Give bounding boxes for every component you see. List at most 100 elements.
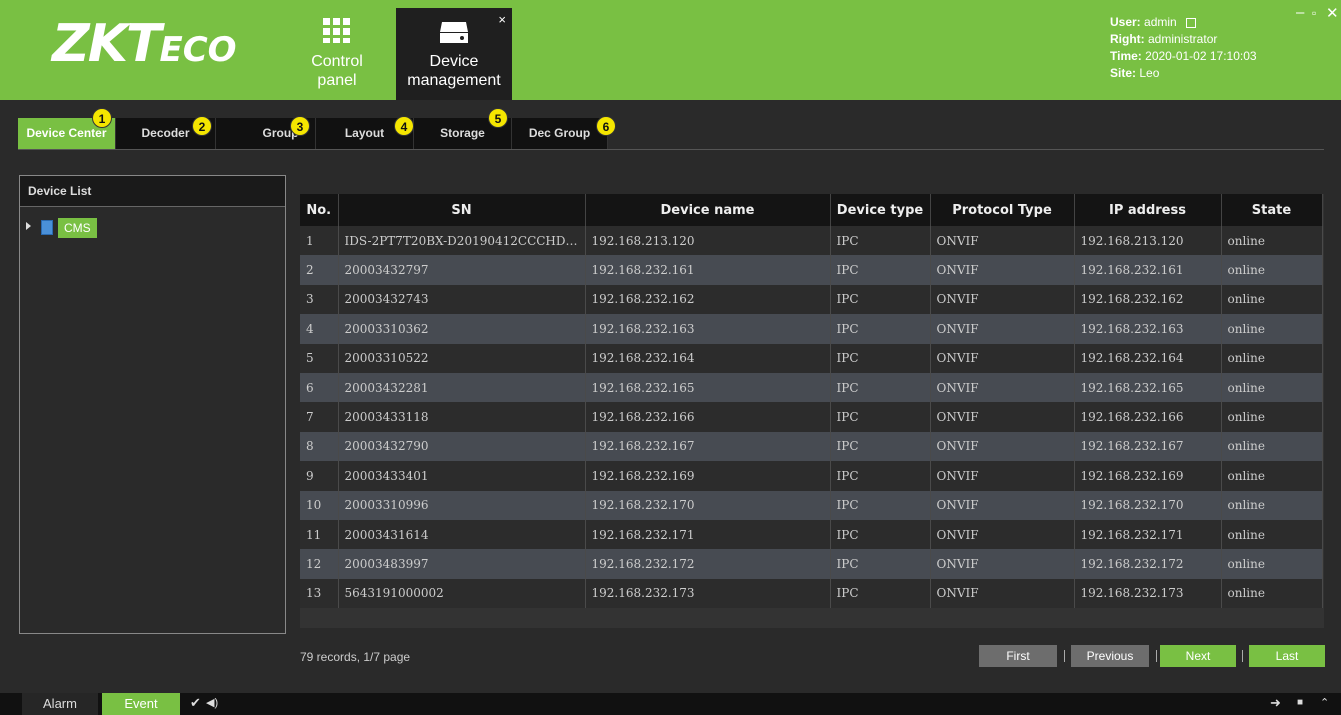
- table-cell: 192.168.232.162: [1074, 284, 1222, 315]
- table-cell: online: [1221, 578, 1323, 609]
- column-header[interactable]: No.: [300, 194, 339, 226]
- table-cell: IPC: [830, 314, 931, 344]
- first-page-button[interactable]: First: [979, 645, 1057, 667]
- table-cell: online: [1221, 461, 1323, 491]
- table-cell: 192.168.232.163: [585, 314, 831, 344]
- table-cell: 20003431614: [338, 519, 586, 550]
- table-cell: 20003483997: [338, 549, 586, 579]
- tab-storage[interactable]: Storage 5: [414, 108, 512, 149]
- device-table: No. SN Device name Device type Protocol Type…: [300, 194, 1323, 609]
- table-row[interactable]: 6 20003432281 192.168.232.165 IPC ONVIF 192.1…: [300, 372, 1323, 403]
- table-row[interactable]: 1 IDS-2PT7T20BX-D20190412CCCHD0878... 192.…: [300, 226, 1323, 256]
- table-row[interactable]: 12 20003483997 192.168.232.172 IPC ONVIF 192.…: [300, 549, 1323, 579]
- table-cell: online: [1221, 372, 1323, 403]
- table-cell: IPC: [830, 578, 931, 609]
- table-cell: 20003432281: [338, 372, 586, 403]
- collapse-up-icon[interactable]: ⌃: [1320, 696, 1329, 709]
- table-row[interactable]: 8 20003432790 192.168.232.167 IPC ONVIF 192.1…: [300, 431, 1323, 462]
- table-cell: 192.168.232.173: [1074, 578, 1222, 609]
- table-cell: online: [1221, 402, 1323, 432]
- table-cell: 20003432797: [338, 255, 586, 285]
- logout-icon[interactable]: [1186, 17, 1197, 28]
- last-page-button[interactable]: Last: [1249, 645, 1325, 667]
- column-header[interactable]: SN: [338, 194, 586, 226]
- tab-decoder[interactable]: Decoder 2: [116, 116, 216, 149]
- event-button[interactable]: Event: [102, 693, 180, 715]
- table-cell: online: [1221, 255, 1323, 285]
- table-cell: 20003310362: [338, 314, 586, 344]
- table-row[interactable]: 2 20003432797 192.168.232.161 IPC ONVIF 192.1…: [300, 255, 1323, 285]
- next-page-button[interactable]: Next: [1160, 645, 1236, 667]
- table-cell: 192.168.232.167: [1074, 431, 1222, 462]
- table-row[interactable]: 11 20003431614 192.168.232.171 IPC ONVIF 192.…: [300, 519, 1323, 550]
- column-header[interactable]: Device name: [585, 194, 831, 226]
- table-cell: online: [1221, 226, 1323, 256]
- table-cell: IPC: [830, 549, 931, 579]
- close-icon[interactable]: ×: [498, 10, 506, 29]
- table-cell: 192.168.232.166: [585, 402, 831, 432]
- table-row[interactable]: 13 5643191000002 192.168.232.173 IPC ONVIF 19…: [300, 578, 1323, 609]
- table-cell: IPC: [830, 372, 931, 403]
- alarm-button[interactable]: Alarm: [22, 693, 98, 715]
- table-cell: ONVIF: [930, 578, 1075, 609]
- table-cell: ONVIF: [930, 284, 1075, 315]
- window-close-button[interactable]: ✕: [1326, 4, 1339, 22]
- table-row[interactable]: 9 20003433401 192.168.232.169 IPC ONVIF 192.1…: [300, 461, 1323, 491]
- speaker-icon[interactable]: ◀): [206, 696, 218, 709]
- tab-layout[interactable]: Layout 4: [316, 116, 414, 149]
- device-list-title: Device List: [20, 176, 285, 207]
- table-cell: IPC: [830, 431, 931, 462]
- table-cell: 20003310522: [338, 343, 586, 373]
- table-cell: 192.168.232.164: [585, 343, 831, 373]
- table-cell: 192.168.232.170: [1074, 490, 1222, 520]
- device-table-container: No. SN Device name Device type Protocol Type…: [300, 194, 1324, 628]
- table-row[interactable]: 3 20003432743 192.168.232.162 IPC ONVIF 192.1…: [300, 284, 1323, 315]
- table-cell: 20003433401: [338, 461, 586, 491]
- clear-brush-icon[interactable]: ✔: [190, 695, 201, 711]
- bottom-bar: Alarm Event ✔ ◀) ➜ ■ ⌃: [0, 693, 1341, 715]
- previous-page-button[interactable]: Previous: [1071, 645, 1149, 667]
- table-cell: IPC: [830, 490, 931, 520]
- table-cell: ONVIF: [930, 372, 1075, 403]
- window-icon[interactable]: ■: [1297, 697, 1303, 708]
- tab-device-center[interactable]: Device Center 1: [18, 108, 116, 149]
- pin-icon[interactable]: ➜: [1270, 695, 1281, 711]
- table-row[interactable]: 4 20003310362 192.168.232.163 IPC ONVIF 192.1…: [300, 314, 1323, 344]
- column-header[interactable]: IP address: [1074, 194, 1222, 226]
- table-cell: IPC: [830, 519, 931, 550]
- table-cell: 192.168.213.120: [585, 226, 831, 256]
- tab-badge: 2: [192, 116, 212, 136]
- column-header[interactable]: Protocol Type: [930, 194, 1075, 226]
- expand-arrow-icon[interactable]: [26, 222, 31, 230]
- table-cell: 5: [300, 343, 339, 373]
- pager-divider: [1064, 650, 1065, 662]
- table-header-row: No. SN Device name Device type Protocol Type…: [300, 194, 1323, 226]
- tab-group[interactable]: Group 3: [216, 116, 316, 149]
- control-panel-label: Control panel: [311, 53, 363, 89]
- table-cell: IPC: [830, 402, 931, 432]
- table-cell: IPC: [830, 284, 931, 315]
- table-row[interactable]: 7 20003433118 192.168.232.166 IPC ONVIF 192.1…: [300, 402, 1323, 432]
- table-cell: online: [1221, 343, 1323, 373]
- minimize-button[interactable]: –: [1296, 4, 1304, 21]
- table-cell: online: [1221, 490, 1323, 520]
- table-cell: 192.168.232.164: [1074, 343, 1222, 373]
- zkteco-logo: ZKTECO: [52, 14, 237, 74]
- table-cell: IPC: [830, 461, 931, 491]
- table-cell: 192.168.232.165: [585, 372, 831, 403]
- table-cell: ONVIF: [930, 519, 1075, 550]
- column-header[interactable]: State: [1221, 194, 1323, 226]
- control-panel-button[interactable]: Control panel: [282, 8, 392, 100]
- restore-button[interactable]: ▫: [1312, 6, 1316, 20]
- table-cell: 192.168.232.167: [585, 431, 831, 462]
- table-row[interactable]: 5 20003310522 192.168.232.164 IPC ONVIF 192.1…: [300, 343, 1323, 373]
- table-cell: 192.168.232.162: [585, 284, 831, 315]
- table-cell: ONVIF: [930, 490, 1075, 520]
- tab-dec-group[interactable]: Dec Group 6: [512, 116, 616, 149]
- table-cell: 2: [300, 255, 339, 285]
- user-info: User: admin Right: administrator Time: 2…: [1110, 15, 1257, 80]
- column-header[interactable]: Device type: [830, 194, 931, 226]
- table-row[interactable]: 10 20003310996 192.168.232.170 IPC ONVIF 192.…: [300, 490, 1323, 520]
- table-cell: 192.168.232.171: [1074, 519, 1222, 550]
- device-management-tab[interactable]: × Device management: [396, 8, 512, 100]
